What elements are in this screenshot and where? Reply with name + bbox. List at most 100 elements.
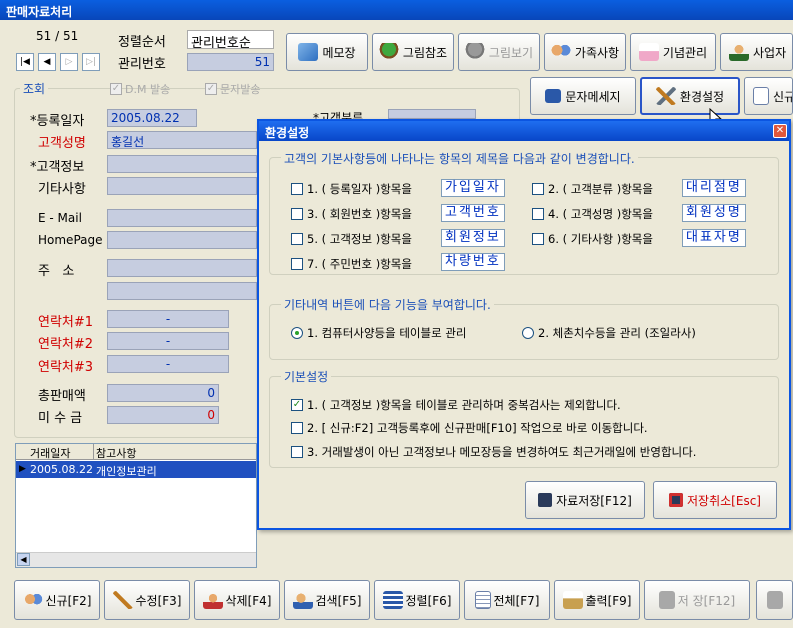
email-label: E - Mail bbox=[38, 211, 82, 225]
sms-label: 문자발송 bbox=[220, 83, 261, 96]
nav-last-button[interactable]: ▷| bbox=[82, 53, 100, 71]
save-data-button[interactable]: 자료저장[F12] bbox=[525, 481, 645, 519]
floppy-disk-icon bbox=[538, 493, 553, 507]
option-checkbox-3[interactable] bbox=[291, 446, 303, 458]
transaction-grid[interactable]: 거래일자 참고사항 ▶ 2005.08.22 개인정보관리 ◀ bbox=[15, 443, 257, 568]
nav-first-button[interactable]: |◀ bbox=[16, 53, 34, 71]
dm-label: D.M 발송 bbox=[125, 83, 171, 96]
option-checkbox-1[interactable]: ✓ bbox=[291, 399, 303, 411]
anniversary-button[interactable]: 기념관리 bbox=[630, 33, 716, 71]
homepage-field[interactable] bbox=[107, 231, 257, 249]
settings-dialog: 환경설정 ✕ 고객의 기본사항등에 나타나는 항목의 제목을 다음과 같이 변경… bbox=[257, 119, 791, 530]
reg-date-field[interactable]: 2005.08.22 bbox=[107, 109, 197, 127]
cancel-save-button[interactable]: 저장취소[Esc] bbox=[653, 481, 777, 519]
item-label-1: 1. ( 등록일자 )항목을 bbox=[307, 182, 412, 196]
item-checkbox-2[interactable] bbox=[532, 183, 544, 195]
edit-tools-icon bbox=[112, 591, 133, 609]
cake-icon bbox=[638, 43, 659, 61]
nav-prev-button[interactable]: ◀ bbox=[38, 53, 56, 71]
image-view-button[interactable]: 그림보기 bbox=[458, 33, 540, 71]
total-sales-label: 총판매액 bbox=[38, 389, 86, 404]
item-input-2[interactable]: 대리점명 bbox=[682, 179, 746, 197]
item-input-6[interactable]: 대표자명 bbox=[682, 229, 746, 247]
inquiry-group-title: 조회 bbox=[20, 80, 49, 97]
print-button[interactable]: 출력[F9] bbox=[554, 580, 640, 620]
printer-icon bbox=[562, 591, 583, 609]
sms-button[interactable]: 문자메세지 bbox=[530, 77, 636, 115]
delete-button[interactable]: 삭제[F4] bbox=[194, 580, 280, 620]
customer-info-label: *고객정보 bbox=[30, 160, 85, 175]
item-input-3[interactable]: 고객번호 bbox=[441, 204, 505, 222]
new-button-top[interactable]: 신규 bbox=[744, 77, 793, 115]
delete-user-icon bbox=[202, 591, 223, 609]
id-label: 관리번호 bbox=[118, 57, 166, 72]
receivable-label: 미 수 금 bbox=[38, 411, 83, 426]
address-field-1[interactable] bbox=[107, 259, 257, 277]
new-document-icon bbox=[753, 87, 769, 105]
option-checkbox-2[interactable] bbox=[291, 422, 303, 434]
address-field-2[interactable] bbox=[107, 282, 257, 300]
email-field[interactable] bbox=[107, 209, 257, 227]
settings-button[interactable]: 환경설정 bbox=[640, 77, 740, 115]
radio-body-size-label: 2. 체촌치수등을 관리 (조일라사) bbox=[538, 326, 696, 340]
item-label-4: 4. ( 고객성명 )항목을 bbox=[548, 207, 653, 221]
contact1-field[interactable]: - bbox=[107, 310, 229, 328]
memo-button[interactable]: 메모장 bbox=[286, 33, 368, 71]
item-checkbox-1[interactable] bbox=[291, 183, 303, 195]
grid-scrollbar[interactable] bbox=[16, 552, 256, 567]
item-label-7: 7. ( 주민번호 )항목을 bbox=[307, 257, 412, 271]
people-icon bbox=[550, 43, 571, 61]
radio-body-size[interactable] bbox=[522, 327, 534, 339]
edit-button[interactable]: 수정[F3] bbox=[104, 580, 190, 620]
save-button[interactable]: 저 장[F12] bbox=[644, 580, 750, 620]
customer-name-label: 고객성명 bbox=[38, 136, 86, 151]
item-checkbox-4[interactable] bbox=[532, 208, 544, 220]
option-label-2: 2. [ 신규:F2] 고객등록후에 신규판매[F10] 작업으로 바로 이동합… bbox=[307, 421, 648, 435]
disk-extra-icon bbox=[766, 591, 783, 609]
sort-icon bbox=[382, 591, 403, 609]
item-checkbox-7[interactable] bbox=[291, 258, 303, 270]
item-label-3: 3. ( 회원번호 )항목을 bbox=[307, 207, 412, 221]
record-counter: 51 / 51 bbox=[36, 29, 79, 43]
item-label-5: 5. ( 고객정보 )항목을 bbox=[307, 232, 412, 246]
contact2-field[interactable]: - bbox=[107, 332, 229, 350]
family-button[interactable]: 가족사항 bbox=[544, 33, 626, 71]
close-icon[interactable]: ✕ bbox=[773, 124, 787, 138]
item-input-1[interactable]: 가입일자 bbox=[441, 179, 505, 197]
grid-header-date[interactable]: 거래일자 bbox=[30, 445, 70, 461]
sort-button[interactable]: 정렬[F6] bbox=[374, 580, 460, 620]
option-label-1: 1. ( 고객정보 )항목을 테이블로 관리하며 중복검사는 제외합니다. bbox=[307, 398, 621, 412]
misc-field[interactable] bbox=[107, 177, 257, 195]
sms-checkbox[interactable]: ✓ bbox=[205, 83, 217, 95]
new-button[interactable]: 신규[F2] bbox=[14, 580, 100, 620]
reg-date-label: *등록일자 bbox=[30, 114, 85, 129]
sort-order-select[interactable]: 관리번호순 bbox=[187, 30, 274, 49]
item-checkbox-6[interactable] bbox=[532, 233, 544, 245]
item-input-7[interactable]: 차량번호 bbox=[441, 253, 505, 271]
dm-checkbox[interactable]: ✓ bbox=[110, 83, 122, 95]
item-checkbox-3[interactable] bbox=[291, 208, 303, 220]
all-button[interactable]: 전체[F7] bbox=[464, 580, 550, 620]
extra-button[interactable] bbox=[756, 580, 793, 620]
scroll-left-icon[interactable]: ◀ bbox=[17, 553, 30, 566]
contact3-field[interactable]: - bbox=[107, 355, 229, 373]
grid-header-note[interactable]: 참고사항 bbox=[96, 445, 136, 461]
customer-class-field[interactable] bbox=[388, 109, 476, 119]
item-checkbox-5[interactable] bbox=[291, 233, 303, 245]
settings-dialog-title: 환경설정 bbox=[259, 121, 789, 141]
nav-next-button[interactable]: ▷ bbox=[60, 53, 78, 71]
item-input-4[interactable]: 회원성명 bbox=[682, 204, 746, 222]
floppy-cancel-icon bbox=[669, 493, 684, 507]
image-ref-button[interactable]: 그림참조 bbox=[372, 33, 454, 71]
item-input-5[interactable]: 회원정보 bbox=[441, 229, 505, 247]
business-button[interactable]: 사업자 bbox=[720, 33, 793, 71]
search-user-icon bbox=[292, 591, 313, 609]
radio-computer-spec[interactable] bbox=[291, 327, 303, 339]
notepad-icon bbox=[298, 43, 319, 61]
homepage-label: HomePage bbox=[38, 233, 103, 247]
id-value: 51 bbox=[187, 53, 274, 71]
customer-info-field[interactable] bbox=[107, 155, 257, 173]
customer-name-field[interactable]: 홍길선 bbox=[107, 131, 257, 149]
section-extra-function-heading: 기타내역 버튼에 다음 기능을 부여합니다. bbox=[281, 296, 494, 313]
search-button[interactable]: 검색[F5] bbox=[284, 580, 370, 620]
